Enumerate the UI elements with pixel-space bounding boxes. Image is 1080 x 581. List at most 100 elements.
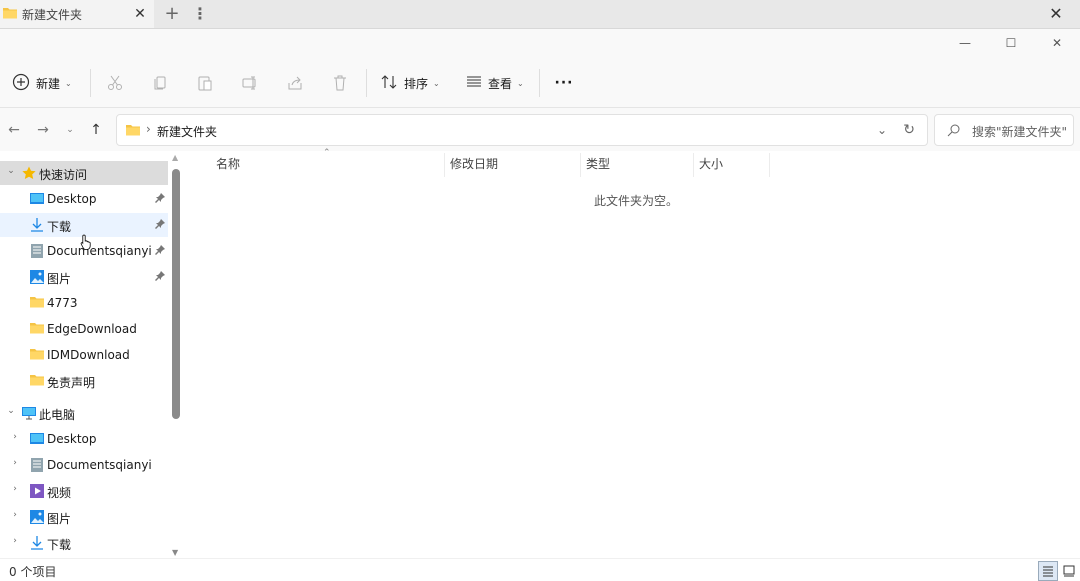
explorer-window: — ☐ ✕ 新建 ⌄ 排序 ⌄ 查看 ⌄ ··· ← → ⌄ ↑ › 新建文件夹…: [0, 28, 1080, 581]
up-arrow-icon[interactable]: ↑: [86, 120, 106, 140]
forward-arrow-icon[interactable]: →: [33, 120, 53, 140]
address-bar[interactable]: › 新建文件夹 ⌄ ↻: [116, 114, 928, 146]
sidebar-item-desktop[interactable]: Desktop: [0, 187, 168, 211]
toolbar-divider: [90, 69, 91, 97]
more-vertical-icon[interactable]: ⋮: [192, 3, 208, 23]
column-header-name[interactable]: 名称: [216, 155, 240, 177]
sort-button[interactable]: 排序 ⌄: [380, 69, 440, 97]
tab-bar: 新建文件夹 ✕ + ⋮ ✕: [0, 0, 1080, 28]
paste-icon[interactable]: [193, 71, 217, 95]
sidebar-item-idmdownload[interactable]: IDMDownload: [0, 343, 168, 367]
new-button[interactable]: 新建 ⌄: [12, 69, 72, 97]
sidebar-item-label: 图片: [47, 272, 72, 286]
new-tab-icon[interactable]: +: [162, 3, 182, 24]
tab-close-icon[interactable]: ✕: [130, 4, 150, 24]
plus-circle-icon: [12, 73, 30, 94]
chevron-right-icon[interactable]: ›: [10, 432, 20, 442]
chevron-right-icon[interactable]: ›: [10, 510, 20, 520]
chevron-right-icon[interactable]: ›: [10, 484, 20, 494]
sidebar-item-label: 下载: [47, 220, 72, 234]
scroll-down-icon[interactable]: ▼: [172, 548, 178, 557]
sidebar-item-pc-desktop[interactable]: › Desktop: [0, 427, 168, 451]
view-button[interactable]: 查看 ⌄: [466, 69, 524, 97]
folder-icon: [29, 347, 45, 363]
folder-icon: [29, 373, 45, 389]
sidebar-item-pictures[interactable]: 图片: [0, 265, 168, 289]
close-window-icon[interactable]: ✕: [1046, 3, 1066, 23]
star-icon: [21, 165, 37, 181]
file-list-pane: ⌃ 名称 修改日期 类型 大小 此文件夹为空。: [184, 148, 1080, 559]
sidebar-item-disclaimer[interactable]: 免责声明: [0, 369, 168, 393]
folder-icon: [2, 6, 18, 23]
sidebar-item-label: Desktop: [47, 432, 97, 446]
sidebar-item-pc-documents[interactable]: › Documentsqianyi: [0, 453, 168, 477]
navigation-pane: ⌄ 快速访问 Desktop 下载 Documentsqianyi 图片 477…: [0, 151, 184, 559]
chevron-down-icon: ⌄: [433, 78, 440, 88]
rename-icon[interactable]: [238, 71, 262, 95]
tab-new-folder[interactable]: 新建文件夹 ✕: [0, 0, 154, 28]
pictures-icon: [29, 509, 45, 525]
chevron-right-icon[interactable]: ›: [10, 536, 20, 546]
recent-locations-chevron-icon[interactable]: ⌄: [60, 120, 80, 140]
sidebar-item-edgedownload[interactable]: EdgeDownload: [0, 317, 168, 341]
scroll-up-icon[interactable]: ▲: [172, 153, 178, 162]
search-input[interactable]: 搜索"新建文件夹": [934, 114, 1074, 146]
pin-icon[interactable]: [154, 192, 166, 204]
delete-icon[interactable]: [328, 71, 352, 95]
command-bar: 新建 ⌄ 排序 ⌄ 查看 ⌄ ···: [0, 59, 1080, 107]
pin-icon[interactable]: [154, 218, 166, 230]
column-header-size[interactable]: 大小: [699, 155, 723, 177]
column-divider[interactable]: [769, 153, 770, 177]
scrollbar-thumb[interactable]: [172, 169, 180, 419]
sidebar-scrollbar[interactable]: ▲ ▼: [170, 153, 182, 557]
pin-icon[interactable]: [154, 270, 166, 282]
close-icon[interactable]: ✕: [1034, 29, 1080, 57]
window-controls: — ☐ ✕: [942, 29, 1080, 57]
chevron-down-icon[interactable]: ⌄: [6, 166, 16, 176]
chevron-down-icon: ⌄: [65, 78, 72, 88]
column-divider[interactable]: [580, 153, 581, 177]
details-view-icon[interactable]: [1038, 561, 1058, 581]
address-dropdown-icon[interactable]: ⌄: [877, 123, 887, 137]
sidebar-item-pc-pictures[interactable]: › 图片: [0, 505, 168, 529]
share-icon[interactable]: [283, 71, 307, 95]
sidebar-item-label: Documentsqianyi: [47, 244, 152, 258]
address-row: ← → ⌄ ↑ › 新建文件夹 ⌄ ↻ 搜索"新建文件夹": [0, 107, 1080, 151]
breadcrumb-chevron-icon[interactable]: ›: [146, 122, 151, 136]
column-header-modified[interactable]: 修改日期: [450, 155, 498, 177]
hand-cursor-icon: [80, 234, 92, 253]
sidebar-item-pc-downloads[interactable]: › 下载: [0, 531, 168, 555]
back-arrow-icon[interactable]: ←: [4, 120, 24, 140]
column-divider[interactable]: [444, 153, 445, 177]
view-list-icon: [466, 75, 482, 92]
computer-icon: [21, 405, 37, 421]
minimize-icon[interactable]: —: [942, 29, 988, 57]
refresh-icon[interactable]: ↻: [903, 122, 915, 138]
breadcrumb-current[interactable]: 新建文件夹: [157, 123, 217, 140]
chevron-right-icon[interactable]: ›: [10, 458, 20, 468]
sidebar-item-quick-access[interactable]: ⌄ 快速访问: [0, 161, 168, 185]
folder-icon: [29, 321, 45, 337]
sidebar-item-pc-videos[interactable]: › 视频: [0, 479, 168, 503]
sidebar-item-label: Desktop: [47, 192, 97, 206]
folder-icon: [125, 123, 141, 140]
sidebar-item-this-pc[interactable]: ⌄ 此电脑: [0, 401, 168, 425]
sidebar-item-4773[interactable]: 4773: [0, 291, 168, 315]
cut-icon[interactable]: [103, 71, 127, 95]
desktop-icon: [29, 431, 45, 447]
large-icons-view-icon[interactable]: [1060, 561, 1078, 581]
column-divider[interactable]: [693, 153, 694, 177]
maximize-icon[interactable]: ☐: [988, 29, 1034, 57]
column-header-type[interactable]: 类型: [586, 155, 610, 177]
item-count: 0 个项目: [9, 565, 57, 579]
sidebar-item-label: Documentsqianyi: [47, 458, 152, 472]
copy-icon[interactable]: [148, 71, 172, 95]
sidebar-item-label: EdgeDownload: [47, 322, 137, 336]
sidebar-item-label: 图片: [47, 512, 72, 526]
pin-icon[interactable]: [154, 244, 166, 256]
download-icon: [29, 535, 45, 551]
documents-icon: [29, 243, 45, 259]
more-options-icon[interactable]: ···: [552, 71, 576, 95]
chevron-down-icon[interactable]: ⌄: [6, 406, 16, 416]
empty-folder-message: 此文件夹为空。: [594, 194, 679, 208]
